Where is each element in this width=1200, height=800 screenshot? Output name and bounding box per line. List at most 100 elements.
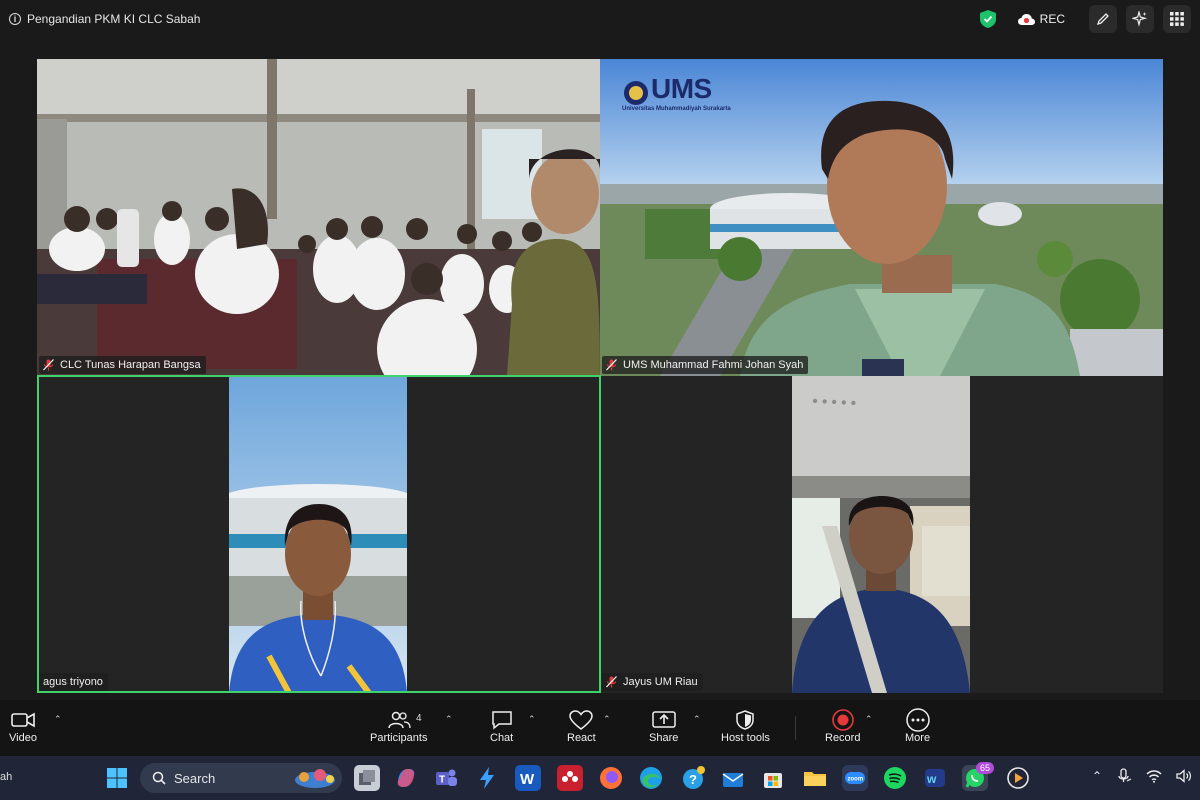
host-tools-button[interactable]: Host tools: [721, 708, 770, 744]
video-tile-jayus[interactable]: ••••• Jayus UM Riau: [600, 376, 1163, 693]
video-camera-icon: [11, 712, 35, 728]
search-label: Search: [174, 770, 216, 786]
zoom-workplace-app[interactable]: [474, 765, 500, 791]
lightning-icon: [480, 767, 494, 789]
mail-icon: [722, 773, 744, 787]
svg-text:zoom: zoom: [848, 777, 864, 783]
mic-muted-icon: [606, 359, 617, 371]
annotate-button[interactable]: [1089, 5, 1117, 33]
mic-muted-icon: [606, 676, 617, 688]
store-app[interactable]: [760, 765, 786, 791]
task-view-icon: [359, 770, 375, 785]
rec-label: REC: [1039, 12, 1065, 26]
video-label: Video: [9, 732, 37, 744]
react-options-caret[interactable]: ⌃: [603, 714, 611, 725]
svg-text:T: T: [439, 775, 445, 786]
cloud-record-icon: [1017, 13, 1035, 25]
task-view-app[interactable]: [354, 765, 380, 791]
jayus-video-feed: •••••: [792, 376, 970, 693]
participant-name: Jayus UM Riau: [623, 676, 698, 688]
recording-indicator[interactable]: REC: [1017, 12, 1065, 26]
video-tile-ums-fahmi[interactable]: UMS Universitas Muhammadiyah Surakarta U…: [600, 59, 1163, 376]
mendeley-app[interactable]: [557, 765, 583, 791]
svg-text:w: w: [926, 772, 937, 786]
copilot-app[interactable]: [393, 765, 419, 791]
host-tools-label: Host tools: [721, 732, 770, 744]
react-button[interactable]: React: [567, 708, 596, 744]
share-button[interactable]: Share: [649, 708, 678, 744]
workplace-app[interactable]: w: [922, 765, 948, 791]
video-tile-agus-triyono[interactable]: agus triyono: [37, 376, 600, 693]
edge-app[interactable]: [638, 765, 664, 791]
more-button[interactable]: More: [905, 708, 930, 744]
apps-grid-button[interactable]: [1163, 5, 1191, 33]
chat-bubble-icon: [491, 711, 512, 730]
teams-app[interactable]: T: [433, 765, 459, 791]
help-icon: ?: [683, 766, 705, 789]
teams-icon: T: [436, 769, 457, 786]
participant-name: UMS Muhammad Fahmi Johan Syah: [623, 359, 804, 371]
mendeley-icon: [562, 771, 578, 782]
meeting-controls-toolbar: Video ⌃ Participants 4 ⌃ Chat ⌃ React ⌃ …: [0, 700, 1200, 756]
pencil-icon: [1096, 13, 1109, 26]
video-button[interactable]: Video: [9, 708, 37, 744]
record-options-caret[interactable]: ⌃: [865, 714, 873, 725]
mail-app[interactable]: [720, 765, 746, 791]
search-highlight-icon: [295, 769, 335, 788]
video-options-caret[interactable]: ⌃: [54, 714, 62, 725]
edge-icon: [640, 767, 662, 789]
heart-icon: [569, 710, 594, 730]
classroom-video-feed: [37, 59, 600, 376]
participants-label: Participants: [370, 732, 428, 744]
speaker-icon[interactable]: [1176, 769, 1192, 783]
share-screen-icon: [651, 711, 676, 728]
video-tile-clc-tunas[interactable]: CLC Tunas Harapan Bangsa: [37, 59, 600, 376]
windows-taskbar: ah Search T W ? zoom w 65 ⌃: [0, 756, 1200, 800]
shield-check-icon[interactable]: [979, 10, 996, 28]
firefox-icon: [600, 767, 622, 789]
chat-options-caret[interactable]: ⌃: [528, 714, 536, 725]
participant-name-label: agus triyono: [39, 673, 108, 691]
video-gallery: CLC Tunas Harapan Bangsa UMS Universitas…: [0, 38, 1200, 700]
participants-icon: [387, 711, 411, 729]
file-explorer-app[interactable]: [802, 765, 828, 791]
zoom-app[interactable]: zoom: [842, 765, 868, 791]
meeting-top-bar: i Pengandian PKM KI CLC Sabah REC: [0, 0, 1200, 38]
help-app[interactable]: ?: [680, 765, 706, 791]
meeting-title: Pengandian PKM KI CLC Sabah: [27, 12, 201, 26]
record-icon: [831, 709, 854, 731]
start-button[interactable]: [104, 765, 130, 791]
participants-options-caret[interactable]: ⌃: [445, 714, 453, 725]
taskbar-search-box[interactable]: Search: [140, 763, 342, 793]
participant-name-label: UMS Muhammad Fahmi Johan Syah: [602, 356, 809, 374]
play-icon: [1007, 767, 1029, 789]
record-label: Record: [825, 732, 861, 744]
agus-video-feed: [229, 376, 407, 693]
wifi-icon[interactable]: [1146, 769, 1162, 783]
media-player-app[interactable]: [1005, 765, 1031, 791]
system-tray: ⌃: [1092, 768, 1192, 784]
record-button[interactable]: Record: [825, 708, 860, 744]
chat-button[interactable]: Chat: [490, 708, 513, 744]
grid-icon: [1170, 12, 1184, 26]
more-dots-icon: [905, 708, 930, 732]
firefox-app[interactable]: [598, 765, 624, 791]
ai-companion-button[interactable]: [1126, 5, 1154, 33]
search-icon: [152, 771, 166, 785]
chevron-up-icon[interactable]: ⌃: [1092, 769, 1102, 783]
participant-name: CLC Tunas Harapan Bangsa: [60, 359, 201, 371]
participant-name: agus triyono: [43, 676, 103, 688]
svg-text:?: ?: [689, 772, 697, 787]
chat-label: Chat: [490, 732, 514, 744]
word-app[interactable]: W: [515, 765, 541, 791]
share-options-caret[interactable]: ⌃: [693, 714, 701, 725]
ums-logo-subtext: Universitas Muhammadiyah Surakarta: [622, 106, 731, 112]
microphone-icon[interactable]: [1116, 768, 1132, 784]
more-label: More: [905, 732, 931, 744]
windows-logo-icon: [107, 768, 127, 788]
spotify-app[interactable]: [882, 765, 908, 791]
info-icon[interactable]: i: [9, 13, 21, 25]
share-label: Share: [649, 732, 679, 744]
zoom-icon: zoom: [845, 772, 865, 784]
sparkle-icon: [1132, 11, 1148, 27]
